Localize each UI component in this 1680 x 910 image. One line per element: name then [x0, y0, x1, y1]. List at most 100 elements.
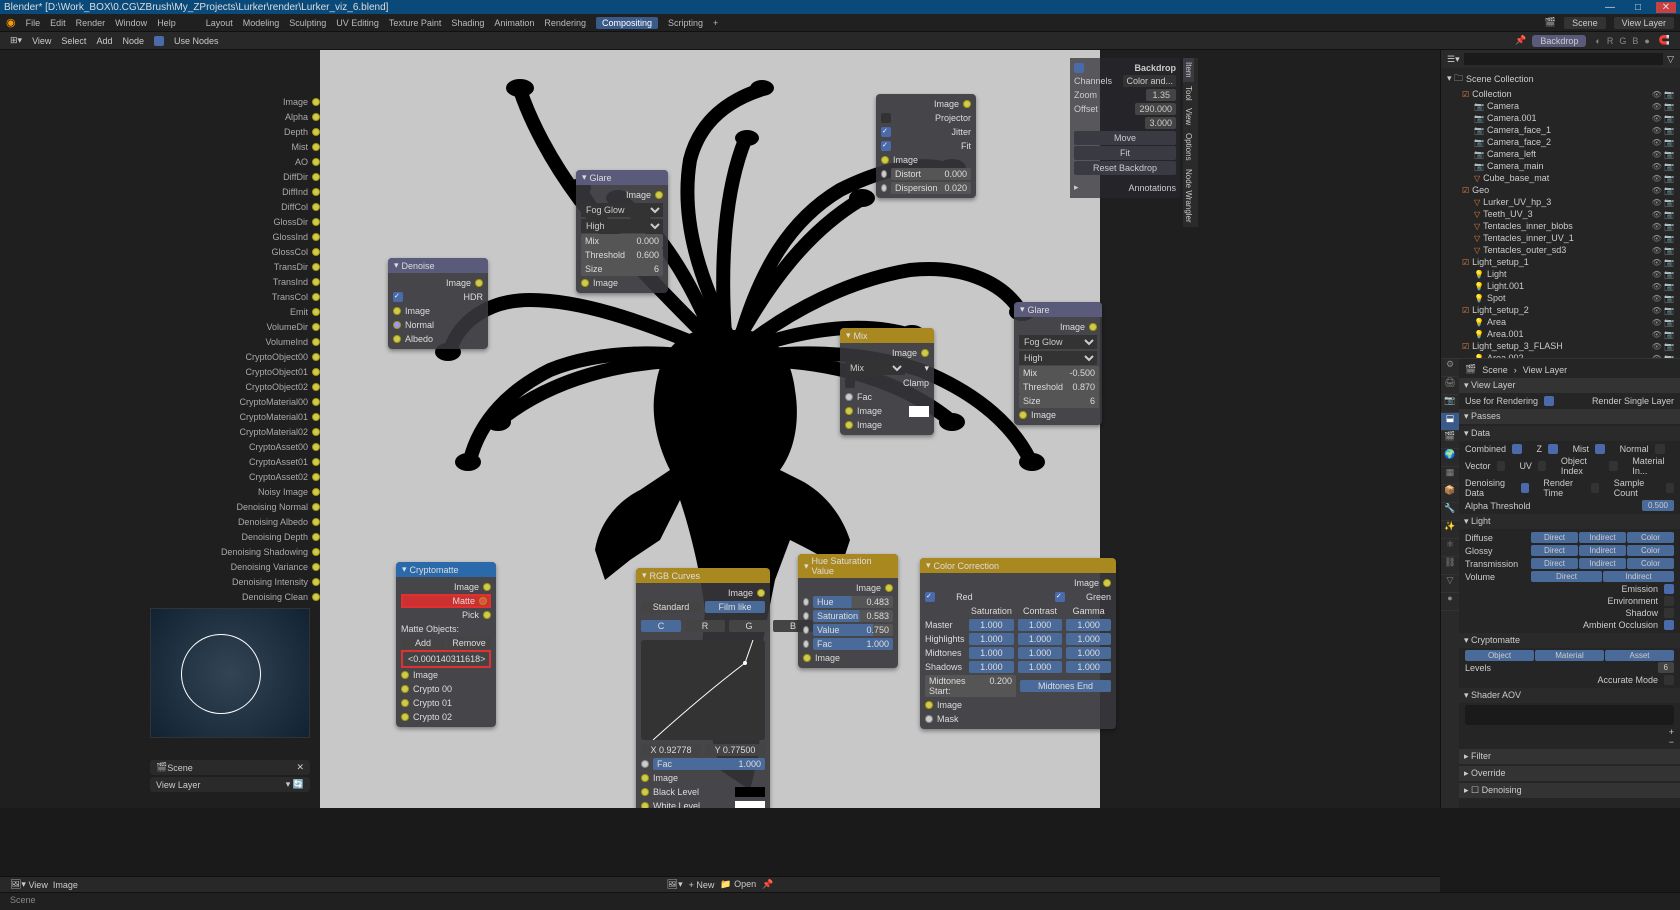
menu-edit[interactable]: Edit — [50, 18, 66, 28]
outliner-item[interactable]: 📷Camera_main👁 📷 — [1443, 160, 1678, 172]
tab-compositing[interactable]: Compositing — [596, 17, 658, 29]
glare1-header[interactable]: ▾ Glare — [576, 170, 668, 185]
outliner-item[interactable]: ☑Geo👁 📷 — [1443, 184, 1678, 196]
lens-distortion-node[interactable]: Image Projector Jitter Fit Image Distort… — [876, 94, 976, 198]
output-transdir[interactable]: TransDir — [274, 259, 320, 274]
reset-backdrop-button[interactable]: Reset Backdrop — [1074, 161, 1176, 175]
close-button[interactable]: ✕ — [1656, 2, 1676, 13]
output-transcol[interactable]: TransCol — [272, 289, 320, 304]
hsv-header[interactable]: ▾ Hue Saturation Value — [798, 554, 898, 578]
output-denoising-shadowing[interactable]: Denoising Shadowing — [221, 544, 320, 559]
tab-scripting[interactable]: Scripting — [668, 18, 703, 28]
editor-type-icon-2[interactable]: 🖼▾ — [10, 879, 26, 890]
toolbar-view[interactable]: View — [32, 36, 51, 46]
hsv-node[interactable]: ▾ Hue Saturation Value Image Hue0.483 Sa… — [798, 554, 898, 668]
glare1-type[interactable]: Fog Glow — [581, 203, 663, 217]
section-passes[interactable]: ▾ Passes — [1459, 409, 1680, 424]
output-depth[interactable]: Depth — [284, 124, 320, 139]
crypto-header[interactable]: ▾ Cryptomatte — [396, 562, 496, 577]
outliner-item[interactable]: ▽Teeth_UV_3👁 📷 — [1443, 208, 1678, 220]
output-glosscol[interactable]: GlossCol — [271, 244, 320, 259]
glare1-quality[interactable]: High — [581, 219, 663, 233]
section-viewlayer[interactable]: ▾ View Layer — [1459, 378, 1680, 393]
editor-type-icon[interactable]: ⊞▾ — [10, 35, 22, 46]
toolbar-add[interactable]: Add — [96, 36, 112, 46]
outliner-item[interactable]: 💡Light.001👁 📷 — [1443, 280, 1678, 292]
output-denoising-clean[interactable]: Denoising Clean — [242, 589, 320, 604]
output-cryptomaterial01[interactable]: CryptoMaterial01 — [239, 409, 320, 424]
output-cryptomaterial02[interactable]: CryptoMaterial02 — [239, 424, 320, 439]
color-correction-node[interactable]: ▾ Color Correction Image Red Green Satur… — [920, 558, 1116, 729]
outliner-item[interactable]: ☑Light_setup_1👁 📷 — [1443, 256, 1678, 268]
denoise-node[interactable]: ▾ Denoise Image HDR Image Normal Albedo — [388, 258, 488, 349]
tab-add[interactable]: + — [713, 18, 718, 28]
output-cryptoobject00[interactable]: CryptoObject00 — [245, 349, 320, 364]
section-override[interactable]: ▸ Override — [1459, 766, 1680, 781]
output-glossdir[interactable]: GlossDir — [273, 214, 320, 229]
outliner-search[interactable] — [1464, 53, 1663, 65]
output-mist[interactable]: Mist — [292, 139, 321, 154]
output-cryptoobject02[interactable]: CryptoObject02 — [245, 379, 320, 394]
properties-tabs[interactable]: ⚙🖨📷⬓ 🎬🌍▦📦 🔧✨⚛⛓ ▽● — [1441, 359, 1459, 808]
output-volumedir[interactable]: VolumeDir — [266, 319, 320, 334]
output-volumeind[interactable]: VolumeInd — [265, 334, 320, 349]
cryptomatte-node[interactable]: ▾ Cryptomatte Image Matte Pick Matte Obj… — [396, 562, 496, 727]
output-cryptoasset00[interactable]: CryptoAsset00 — [249, 439, 320, 454]
outliner-item[interactable]: 💡Light👁 📷 — [1443, 268, 1678, 280]
outliner-item[interactable]: 📷Camera_left👁 📷 — [1443, 148, 1678, 160]
snap-icon[interactable]: 🧲 — [1659, 35, 1670, 46]
output-cryptoobject01[interactable]: CryptoObject01 — [245, 364, 320, 379]
output-cryptomaterial00[interactable]: CryptoMaterial00 — [239, 394, 320, 409]
output-cryptoasset01[interactable]: CryptoAsset01 — [249, 454, 320, 469]
output-diffind[interactable]: DiffInd — [282, 184, 320, 199]
section-cryptomatte[interactable]: ▾ Cryptomatte — [1459, 633, 1680, 648]
outliner-item[interactable]: 📷Camera👁 📷 — [1443, 100, 1678, 112]
outliner-icon[interactable]: ☰▾ — [1447, 54, 1460, 65]
outliner-item[interactable]: ▽Tentacles_outer_sd3👁 📷 — [1443, 244, 1678, 256]
rgb-curves-node[interactable]: ▾ RGB Curves Image StandardFilm like CRG… — [636, 568, 770, 808]
outliner-item[interactable]: ▽Tentacles_inner_blobs👁 📷 — [1443, 220, 1678, 232]
output-cryptoasset02[interactable]: CryptoAsset02 — [249, 469, 320, 484]
node-editor[interactable]: ImageAlphaDepthMistAODiffDirDiffIndDiffC… — [0, 50, 1440, 808]
backdrop-toggle[interactable]: Backdrop — [1532, 35, 1586, 47]
tab-rendering[interactable]: Rendering — [544, 18, 586, 28]
section-data[interactable]: ▾ Data — [1459, 426, 1680, 441]
outliner-item[interactable]: 📷Camera_face_2👁 📷 — [1443, 136, 1678, 148]
output-denoising-variance[interactable]: Denoising Variance — [231, 559, 320, 574]
output-alpha[interactable]: Alpha — [285, 109, 320, 124]
outliner-item[interactable]: 📷Camera.001👁 📷 — [1443, 112, 1678, 124]
minimize-button[interactable]: — — [1600, 2, 1620, 13]
use-nodes-checkbox[interactable] — [154, 36, 164, 46]
section-denoising[interactable]: ▸ ☐ Denoising — [1459, 783, 1680, 798]
section-filter[interactable]: ▸ Filter — [1459, 749, 1680, 764]
pin-icon-2[interactable]: 📌 — [762, 879, 773, 890]
tab-uv[interactable]: UV Editing — [336, 18, 379, 28]
rgbcurves-header[interactable]: ▾ RGB Curves — [636, 568, 770, 583]
toolbar-node[interactable]: Node — [122, 36, 144, 46]
glare-node-1[interactable]: ▾ Glare Image Fog Glow High Mix0.000 Thr… — [576, 170, 668, 293]
section-light[interactable]: ▾ Light — [1459, 514, 1680, 529]
outliner-item[interactable]: ▽Lurker_UV_hp_3👁 📷 — [1443, 196, 1678, 208]
crypto-value[interactable]: <0.000140311618> — [404, 653, 488, 665]
output-denoising-intensity[interactable]: Denoising Intensity — [232, 574, 320, 589]
outliner-item[interactable]: ☑Light_setup_3_FLASH👁 📷 — [1443, 340, 1678, 352]
colorcorr-header[interactable]: ▾ Color Correction — [920, 558, 1116, 573]
output-ao[interactable]: AO — [295, 154, 320, 169]
mix-header[interactable]: ▾ Mix — [840, 328, 934, 343]
output-emit[interactable]: Emit — [290, 304, 320, 319]
output-noisy-image[interactable]: Noisy Image — [258, 484, 320, 499]
glare-node-2[interactable]: ▾ Glare Image Fog Glow High Mix-0.500 Th… — [1014, 302, 1102, 425]
menu-render[interactable]: Render — [76, 18, 106, 28]
menu-help[interactable]: Help — [157, 18, 176, 28]
section-shader-aov[interactable]: ▾ Shader AOV — [1459, 688, 1680, 703]
outliner-tree[interactable]: ▾ 🗀 Scene Collection ☑Collection👁 📷📷Came… — [1441, 68, 1680, 358]
output-denoising-normal[interactable]: Denoising Normal — [236, 499, 320, 514]
output-diffcol[interactable]: DiffCol — [281, 199, 320, 214]
denoise-header[interactable]: ▾ Denoise — [388, 258, 488, 273]
render-layers-node[interactable]: ImageAlphaDepthMistAODiffDirDiffIndDiffC… — [150, 50, 320, 604]
output-glossind[interactable]: GlossInd — [272, 229, 320, 244]
output-transind[interactable]: TransInd — [273, 274, 320, 289]
output-denoising-depth[interactable]: Denoising Depth — [241, 529, 320, 544]
n-panel-tabs[interactable]: Item Tool View Options Node Wrangler — [1183, 58, 1198, 227]
outliner-item[interactable]: ▽Tentacles_inner_UV_1👁 📷 — [1443, 232, 1678, 244]
